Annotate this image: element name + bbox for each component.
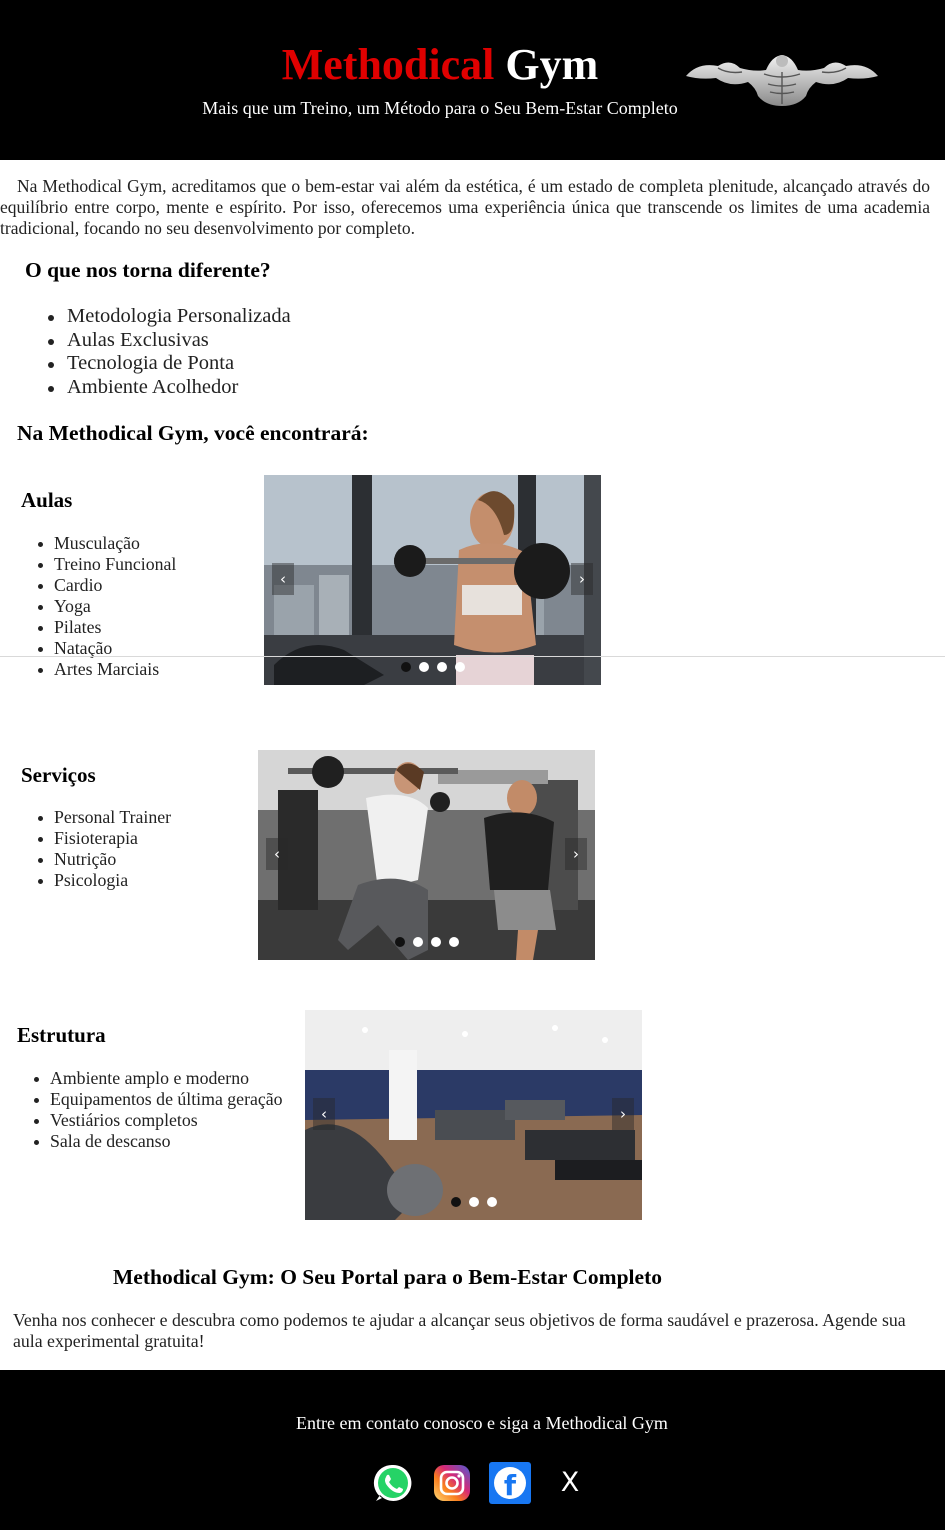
brand-title-methodical: Methodical xyxy=(281,40,495,89)
section-title-estrutura: Estrutura xyxy=(17,1023,106,1047)
list-item: Yoga xyxy=(37,596,176,617)
bodybuilder-logo xyxy=(686,55,878,106)
carousel-dot[interactable] xyxy=(454,662,465,672)
divider xyxy=(0,656,945,657)
facebook-icon[interactable]: f xyxy=(489,1462,531,1504)
carousel-indicators xyxy=(258,934,595,952)
woman-barbell-photo xyxy=(264,475,601,685)
carousel-dot[interactable] xyxy=(430,937,441,947)
carousel-dot[interactable] xyxy=(400,662,411,672)
aulas-carousel[interactable]: ‹ › xyxy=(264,475,601,685)
estrutura-carousel[interactable]: ‹ › xyxy=(305,1010,642,1220)
list-item: Treino Funcional xyxy=(37,554,177,574)
list-item: Metodologia Personalizada xyxy=(48,305,291,327)
site-footer: Entre em contato conosco e siga a Method… xyxy=(0,1370,945,1530)
carousel-next-button[interactable]: › xyxy=(612,1098,634,1130)
list-item: Fisioterapia xyxy=(37,828,171,849)
carousel-dot[interactable] xyxy=(412,937,423,947)
x-icon[interactable]: X xyxy=(549,1462,591,1504)
differences-list: Metodologia Personalizada Aulas Exclusiv… xyxy=(48,305,291,400)
carousel-dot[interactable] xyxy=(394,937,405,947)
carousel-dot[interactable] xyxy=(436,662,447,672)
carousel-prev-button[interactable]: ‹ xyxy=(272,563,294,595)
carousel-dot[interactable] xyxy=(486,1197,497,1207)
list-item: Vestiários completos xyxy=(34,1110,283,1131)
portal-paragraph: Venha nos conhecer e descubra como podem… xyxy=(13,1310,906,1351)
list-item: Ambiente amplo e moderno xyxy=(34,1068,283,1089)
find-heading: Na Methodical Gym, você encontrará: xyxy=(17,421,369,445)
estrutura-list: Ambiente amplo e moderno Equipamentos de… xyxy=(34,1068,283,1152)
carousel-prev-button[interactable]: ‹ xyxy=(266,838,288,870)
personal-trainer-photo xyxy=(258,750,595,960)
list-item: Psicologia xyxy=(37,870,171,891)
carousel-indicators xyxy=(264,659,601,677)
servicos-list: Personal Trainer Fisioterapia Nutrição P… xyxy=(37,807,172,891)
carousel-next-button[interactable]: › xyxy=(565,838,587,870)
list-item: Equipamentos de última geração xyxy=(34,1089,283,1109)
site-header: Methodical Gym Mais que um Treino, um Mé… xyxy=(0,0,945,160)
section-title-aulas: Aulas xyxy=(21,488,73,512)
list-item: Personal Trainer xyxy=(37,807,172,827)
list-item: Cardio xyxy=(37,575,176,596)
differences-heading: O que nos torna diferente? xyxy=(25,258,271,282)
brand-title-gym: Gym xyxy=(505,40,599,89)
intro-paragraph: Na Methodical Gym, acreditamos que o bem… xyxy=(0,176,930,238)
list-item: Pilates xyxy=(37,617,176,638)
list-item: Musculação xyxy=(37,533,176,554)
list-item: Nutrição xyxy=(37,849,171,870)
carousel-next-button[interactable]: › xyxy=(571,563,593,595)
whatsapp-icon[interactable] xyxy=(372,1462,414,1504)
section-title-servicos: Serviços xyxy=(21,763,96,787)
facebook-letter: f xyxy=(503,1469,517,1502)
list-item: Ambiente Acolhedor xyxy=(48,376,291,400)
instagram-icon[interactable] xyxy=(431,1462,473,1504)
portal-heading: Methodical Gym: O Seu Portal para o Bem-… xyxy=(113,1265,662,1289)
carousel-indicators xyxy=(305,1194,642,1212)
carousel-dot[interactable] xyxy=(450,1197,461,1207)
carousel-dot[interactable] xyxy=(448,937,459,947)
aulas-list: Musculação Treino Funcional Cardio Yoga … xyxy=(37,533,177,680)
carousel-dot[interactable] xyxy=(468,1197,479,1207)
list-item: Sala de descanso xyxy=(34,1131,283,1152)
list-item: Aulas Exclusivas xyxy=(48,329,291,353)
servicos-carousel[interactable]: ‹ › xyxy=(258,750,595,960)
list-item: Artes Marciais xyxy=(37,659,176,680)
list-item: Tecnologia de Ponta xyxy=(48,352,291,376)
footer-contact-text: Entre em contato conosco e siga a Method… xyxy=(296,1413,668,1433)
gym-interior-photo xyxy=(305,1010,642,1220)
carousel-prev-button[interactable]: ‹ xyxy=(313,1098,335,1130)
carousel-dot[interactable] xyxy=(418,662,429,672)
